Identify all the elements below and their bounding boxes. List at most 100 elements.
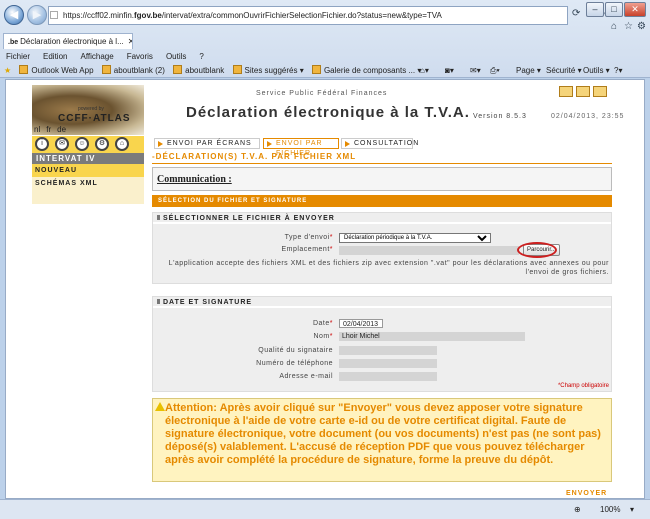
settings-gear-icon[interactable]: ⚙ [637, 21, 646, 32]
nav-item-schemas-xml[interactable]: SCHÉMAS XML [32, 177, 144, 190]
name-input[interactable]: Lhoir Michel [339, 332, 525, 341]
left-nav: NOUVEAU SCHÉMAS XML [32, 164, 144, 204]
site-icon [50, 11, 58, 19]
language-switcher: nl fr de [34, 125, 72, 134]
home-page-icon[interactable]: ⌂▾ [420, 63, 429, 78]
file-path-input[interactable] [339, 246, 519, 255]
home-icon[interactable]: ⌂ [115, 137, 129, 151]
info-icon[interactable]: i [35, 137, 49, 151]
send-button[interactable]: ENVOYER [566, 490, 607, 497]
communication-box: Communication : [152, 167, 612, 191]
tab-close-icon[interactable]: ✕ [128, 37, 132, 46]
layout-toggle-icon[interactable] [593, 86, 607, 97]
security-menu[interactable]: Sécurité ▾ [546, 63, 582, 78]
file-section: SÉLECTIONNER LE FICHIER À ENVOYER Type d… [152, 212, 612, 284]
help-icon[interactable]: ?▾ [614, 63, 622, 78]
content-title: -DÉCLARATION(S) T.V.A. PAR FICHIER XML [152, 152, 357, 161]
file-section-heading: SÉLECTIONNER LE FICHIER À ENVOYER [153, 213, 611, 224]
warning-text: Attention: Après avoir cliqué sur "Envoy… [165, 402, 601, 466]
page-title: Déclaration électronique à la T.V.A. [186, 104, 470, 121]
warning-icon [155, 402, 165, 411]
settings-icon[interactable]: ⚙ [95, 137, 109, 151]
maximize-button[interactable]: □ [605, 2, 623, 17]
menu-edition[interactable]: Edition [43, 52, 67, 61]
email-input[interactable] [339, 372, 437, 381]
address-bar[interactable]: https://ccff02.minfin.fgov.be/intervat/e… [48, 6, 568, 25]
lang-de[interactable]: de [57, 125, 66, 134]
quality-label: Qualité du signataire [258, 347, 333, 354]
signature-section: DATE ET SIGNATURE Date* 02/04/2013 Nom* … [152, 296, 612, 392]
nav-item-nouveau[interactable]: NOUVEAU [32, 164, 144, 177]
nav-heading: INTERVAT IV [32, 153, 144, 164]
forward-button-icon[interactable]: ▶ [27, 5, 47, 25]
menu-bar: Fichier Edition Affichage Favoris Outils? [0, 50, 650, 63]
fav-galerie[interactable]: Galerie de composants ... ▾ [311, 63, 421, 78]
close-window-button[interactable]: ✕ [624, 2, 646, 17]
fav-aboutblank[interactable]: aboutblank [173, 63, 224, 78]
lang-fr[interactable]: fr [46, 125, 51, 134]
datetime-label: 02/04/2013, 23:55 [551, 113, 625, 120]
outlook-icon [19, 65, 29, 74]
fav-sites-suggeres[interactable]: Sites suggérés ▾ [232, 63, 304, 78]
phone-label: Numéro de téléphone [256, 360, 333, 367]
mail-icon[interactable]: ✉ [55, 137, 69, 151]
logo-text: CCFF·ATLAS [58, 113, 131, 124]
home-icon[interactable]: ⌂ [611, 21, 617, 32]
refresh-icon[interactable]: ⟳ [572, 8, 580, 19]
tab-title: Déclaration électronique à l... [20, 37, 124, 46]
page-menu[interactable]: Page ▾ [516, 63, 541, 78]
date-label: Date* [312, 320, 333, 327]
warning-box: Attention: Après avoir cliqué sur "Envoy… [152, 398, 612, 482]
fav-outlook[interactable]: Outlook Web App [19, 63, 94, 78]
status-bar: ⊕ 100% ▾ [0, 499, 650, 519]
back-button-icon[interactable]: ◀ [4, 5, 24, 25]
menu-favoris[interactable]: Favoris [127, 52, 153, 61]
type-envoi-label: Type d'envoi* [284, 234, 333, 241]
mail-icon[interactable]: ✉▾ [470, 63, 481, 78]
user-icon[interactable]: ☺ [75, 137, 89, 151]
type-envoi-select[interactable]: Déclaration périodique à la T.V.A. [339, 233, 491, 243]
layout-toggle-icon[interactable] [576, 86, 590, 97]
favorites-star-icon[interactable]: ★ [4, 66, 11, 75]
menu-outils[interactable]: Outils [166, 52, 186, 61]
signature-section-heading: DATE ET SIGNATURE [153, 297, 611, 308]
print-icon[interactable]: ⎙▾ [490, 63, 500, 78]
page-icon [101, 65, 111, 74]
email-label: Adresse e-mail [279, 373, 333, 380]
address-prefix: https://ccff02.minfin. [63, 11, 134, 20]
menu-affichage[interactable]: Affichage [80, 52, 113, 61]
version-label: Version 8.5.3 [473, 113, 527, 120]
browser-tab[interactable]: .beDéclaration électronique à l... ✕ [3, 33, 133, 49]
tab-consultation[interactable]: CONSULTATION [341, 138, 418, 149]
zoom-level[interactable]: 100% [600, 500, 620, 519]
emplacement-label: Emplacement* [281, 246, 333, 253]
quality-input[interactable] [339, 346, 437, 355]
lang-nl[interactable]: nl [34, 125, 40, 134]
zoom-dropdown-icon[interactable]: ▾ [630, 500, 634, 519]
menu-fichier[interactable]: Fichier [6, 52, 30, 61]
name-label: Nom* [313, 333, 333, 340]
menu-help[interactable]: ? [199, 52, 203, 61]
tab-envoi-ecrans[interactable]: ENVOI PAR ÉCRANS [154, 138, 260, 149]
tab-favicon: .be [8, 39, 19, 46]
zoom-icon[interactable]: ⊕ [574, 500, 581, 519]
browser-chrome: ◀ ▶ https://ccff02.minfin.fgov.be/interv… [0, 0, 650, 78]
minimize-button[interactable]: – [586, 2, 604, 17]
layout-toggle-icon[interactable] [559, 86, 573, 97]
communication-title: Communication : [157, 174, 232, 185]
ie-icon [232, 65, 242, 74]
phone-input[interactable] [339, 359, 437, 368]
fav-aboutblank-2[interactable]: aboutblank (2) [101, 63, 165, 78]
web-page: powered by CCFF·ATLAS Service Public Féd… [5, 79, 645, 499]
service-name: Service Public Fédéral Finances [256, 90, 388, 97]
date-input[interactable]: 02/04/2013 [339, 319, 383, 328]
rss-icon[interactable]: ◙▾ [445, 63, 454, 78]
tools-menu[interactable]: Outils ▾ [583, 63, 610, 78]
logo-caption: powered by [78, 106, 104, 112]
favorites-star-icon[interactable]: ☆ [624, 21, 633, 32]
highlight-circle [517, 242, 557, 258]
tab-envoi-fichier[interactable]: ENVOI PAR FICHIER [263, 138, 339, 157]
file-hint: L'application accepte des fichiers XML e… [168, 260, 609, 276]
required-note: *Champ obligatoire [557, 383, 609, 389]
gallery-icon [311, 65, 321, 74]
